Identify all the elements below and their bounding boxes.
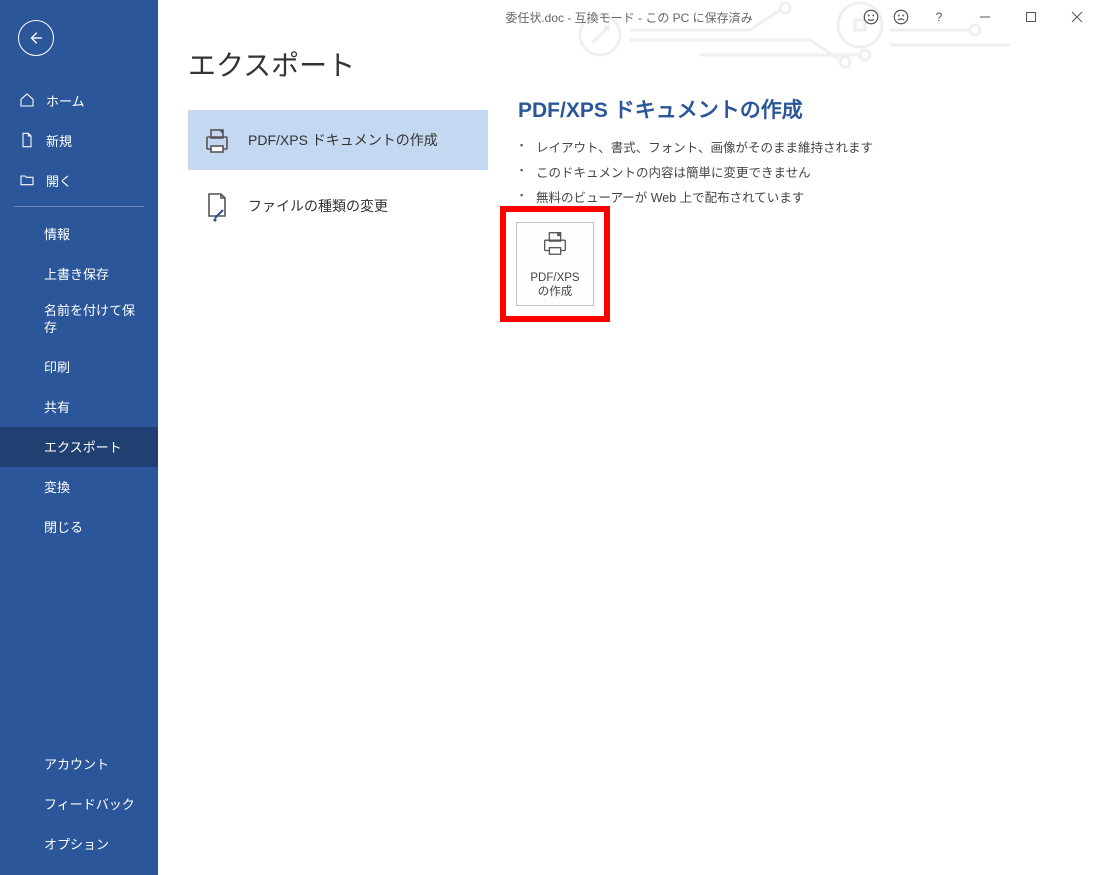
nav-label: 情報 [44, 224, 70, 243]
close-icon [1071, 11, 1083, 23]
home-icon [18, 92, 36, 108]
pdf-export-icon [200, 123, 234, 157]
nav-label: オプション [44, 834, 109, 853]
folder-open-icon [18, 172, 36, 188]
close-button[interactable] [1054, 0, 1100, 34]
nav-open[interactable]: 開く [0, 160, 158, 200]
title-bar: 委任状.doc - 互換モード - この PC に保存済み ? [158, 0, 1100, 34]
smile-icon [862, 8, 880, 26]
nav-label: アカウント [44, 754, 109, 773]
main-pane: 委任状.doc - 互換モード - この PC に保存済み ? [158, 0, 1100, 875]
nav-label: 閉じる [44, 517, 83, 536]
nav-info[interactable]: 情報 [0, 213, 158, 253]
panel-bullet: このドキュメントの内容は簡単に変更できません [536, 159, 1070, 184]
panel-bullet: レイアウト、書式、フォント、画像がそのまま維持されます [536, 134, 1070, 159]
page-title: エクスポート [188, 44, 488, 84]
feedback-frown-button[interactable] [886, 0, 916, 34]
export-option-label: ファイルの種類の変更 [248, 196, 388, 216]
nav-label: 共有 [44, 397, 70, 416]
nav-close[interactable]: 閉じる [0, 507, 158, 547]
export-option-pdfxps[interactable]: PDF/XPS ドキュメントの作成 [188, 110, 488, 170]
nav-account[interactable]: アカウント [0, 743, 158, 783]
back-button[interactable] [18, 20, 54, 56]
nav-label: 新規 [46, 131, 72, 150]
window-title: 委任状.doc - 互換モード - この PC に保存済み [505, 9, 752, 26]
arrow-left-icon [27, 29, 45, 47]
button-label-line2: の作成 [538, 285, 573, 299]
nav-print[interactable]: 印刷 [0, 347, 158, 387]
nav-save[interactable]: 上書き保存 [0, 253, 158, 293]
nav-label: エクスポート [44, 437, 122, 456]
nav-label: 開く [46, 171, 72, 190]
nav-label: 印刷 [44, 357, 70, 376]
help-icon: ? [936, 10, 943, 24]
button-label-line1: PDF/XPS [530, 271, 579, 285]
new-document-icon [18, 132, 36, 148]
nav-options[interactable]: オプション [0, 823, 158, 863]
nav-label: 変換 [44, 477, 70, 496]
frown-icon [892, 8, 910, 26]
export-option-changetype[interactable]: ファイルの種類の変更 [188, 176, 488, 236]
panel-heading: PDF/XPS ドキュメントの作成 [518, 94, 1070, 124]
minimize-button[interactable] [962, 0, 1008, 34]
nav-label: 名前を付けて保存 [44, 303, 140, 337]
nav-label: ホーム [46, 91, 85, 110]
maximize-icon [1025, 11, 1037, 23]
nav-transform[interactable]: 変換 [0, 467, 158, 507]
backstage-sidebar: ホーム 新規 開く 情報 上書き保存 名前を付けて保存 印刷 共有 エクスポ [0, 0, 158, 875]
nav-export[interactable]: エクスポート [0, 427, 158, 467]
nav-share[interactable]: 共有 [0, 387, 158, 427]
nav-divider [14, 206, 144, 207]
minimize-icon [979, 11, 991, 23]
highlight-box: PDF/XPS の作成 [500, 206, 610, 322]
change-file-type-icon [200, 189, 234, 223]
maximize-button[interactable] [1008, 0, 1054, 34]
panel-bullet: 無料のビューアーが Web 上で配布されています [536, 184, 1070, 209]
nav-label: フィードバック [44, 794, 135, 813]
nav-new[interactable]: 新規 [0, 120, 158, 160]
nav-saveas[interactable]: 名前を付けて保存 [0, 293, 158, 347]
nav-home[interactable]: ホーム [0, 80, 158, 120]
help-button[interactable]: ? [916, 0, 962, 34]
nav-label: 上書き保存 [44, 264, 109, 283]
nav-feedback[interactable]: フィードバック [0, 783, 158, 823]
feedback-smile-button[interactable] [856, 0, 886, 34]
panel-bullets: レイアウト、書式、フォント、画像がそのまま維持されます このドキュメントの内容は… [518, 134, 1070, 209]
pdf-printer-icon [539, 228, 571, 262]
create-pdfxps-button[interactable]: PDF/XPS の作成 [516, 222, 594, 306]
export-option-label: PDF/XPS ドキュメントの作成 [248, 130, 438, 150]
